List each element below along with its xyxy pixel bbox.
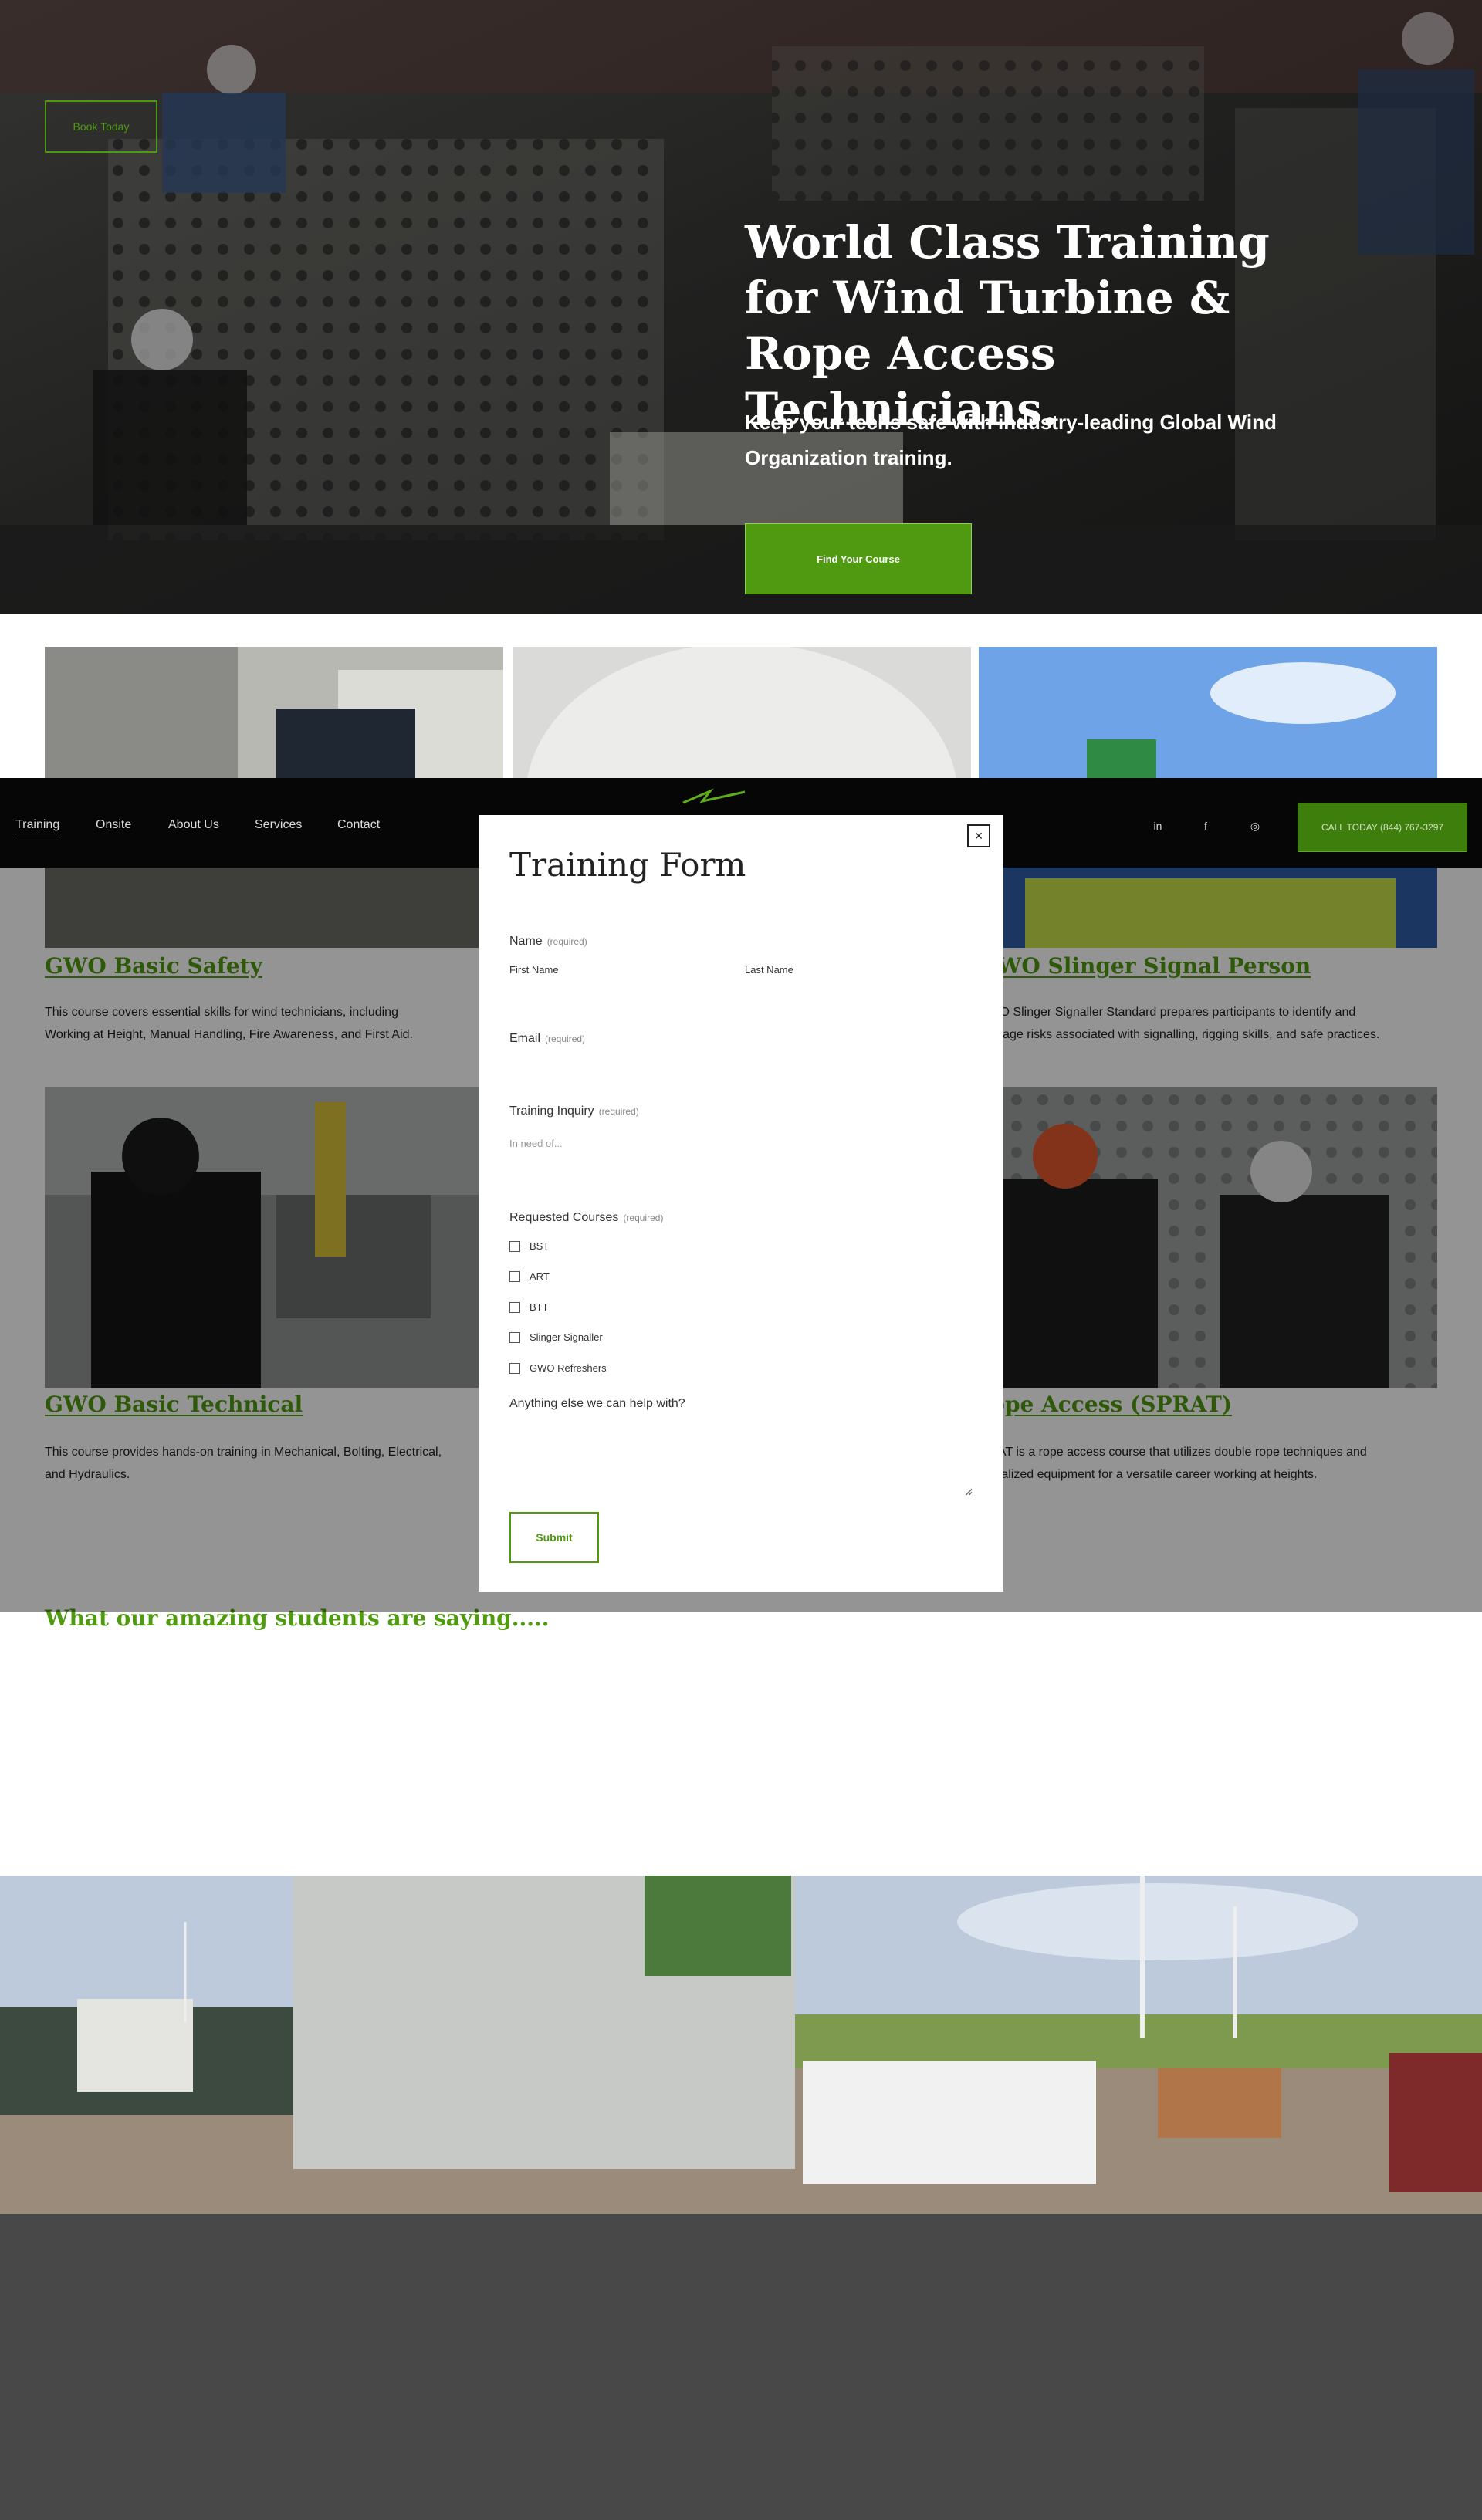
name-label-text: Name — [509, 935, 543, 948]
course-option-btt[interactable]: BTT — [509, 1301, 549, 1313]
form-title: Training Form — [509, 846, 746, 884]
resize-handle-icon[interactable] — [965, 1488, 973, 1496]
nav-item-about-us[interactable]: About Us — [168, 818, 219, 832]
course-option-label: BST — [530, 1240, 550, 1252]
last-name-field[interactable] — [745, 979, 969, 1010]
course-option-label: GWO Refreshers — [530, 1362, 607, 1374]
linkedin-icon[interactable]: in — [1147, 815, 1169, 837]
name-label: Name (required) — [509, 935, 587, 949]
hero-section: Book Today World Class Training for Wind… — [0, 0, 1482, 614]
nav-item-onsite[interactable]: Onsite — [96, 818, 131, 832]
required-indicator: (required) — [546, 936, 587, 947]
course-option-slinger-signaller[interactable]: Slinger Signaller — [509, 1331, 603, 1343]
last-name-label: Last Name — [745, 964, 793, 976]
email-label-text: Email — [509, 1032, 541, 1045]
checkbox[interactable] — [509, 1301, 520, 1313]
course-option-gwo-refreshers[interactable]: GWO Refreshers — [509, 1362, 607, 1374]
anything-else-field[interactable] — [509, 1419, 973, 1496]
call-today-button[interactable]: CALL TODAY (844) 767-3297 — [1298, 803, 1467, 852]
requested-courses-label-text: Requested Courses — [509, 1211, 619, 1224]
training-inquiry-field[interactable] — [509, 1135, 973, 1152]
training-inquiry-label: Training Inquiry (required) — [509, 1104, 639, 1118]
facebook-icon[interactable]: f — [1195, 815, 1216, 837]
submit-button[interactable]: Submit — [509, 1512, 599, 1563]
required-indicator: (required) — [598, 1106, 639, 1117]
nav-item-contact[interactable]: Contact — [337, 818, 380, 832]
course-option-label: ART — [530, 1270, 550, 1282]
course-option-label: BTT — [530, 1301, 549, 1313]
nav-item-services[interactable]: Services — [255, 818, 302, 832]
find-your-course-button[interactable]: Find Your Course — [745, 523, 972, 594]
email-label: Email (required) — [509, 1032, 585, 1046]
requested-courses-label: Requested Courses (required) — [509, 1211, 663, 1225]
checkbox[interactable] — [509, 1240, 520, 1252]
course-option-label: Slinger Signaller — [530, 1331, 603, 1343]
training-trailer-photo — [0, 1876, 1482, 2214]
instagram-icon[interactable]: ◎ — [1244, 815, 1266, 837]
site-logo[interactable] — [679, 787, 749, 806]
hero-subtitle: Keep your techs safe with industry-leadi… — [745, 411, 1277, 469]
required-indicator: (required) — [623, 1213, 664, 1223]
checkbox[interactable] — [509, 1362, 520, 1374]
first-name-label: First Name — [509, 964, 559, 976]
checkbox[interactable] — [509, 1270, 520, 1282]
training-inquiry-label-text: Training Inquiry — [509, 1104, 594, 1118]
anything-else-label: Anything else we can help with? — [509, 1397, 685, 1410]
first-name-field[interactable] — [509, 979, 733, 1010]
email-field[interactable] — [509, 1053, 973, 1084]
hero-title: World Class Training for Wind Turbine & … — [745, 216, 1270, 435]
course-option-bst[interactable]: BST — [509, 1240, 549, 1252]
book-today-button[interactable]: Book Today — [45, 100, 157, 153]
required-indicator: (required) — [545, 1033, 586, 1044]
nav-item-training[interactable]: Training — [15, 818, 60, 834]
footer — [0, 2214, 1482, 2520]
close-icon[interactable]: × — [967, 824, 990, 847]
checkbox[interactable] — [509, 1331, 520, 1343]
course-option-art[interactable]: ART — [509, 1270, 550, 1282]
